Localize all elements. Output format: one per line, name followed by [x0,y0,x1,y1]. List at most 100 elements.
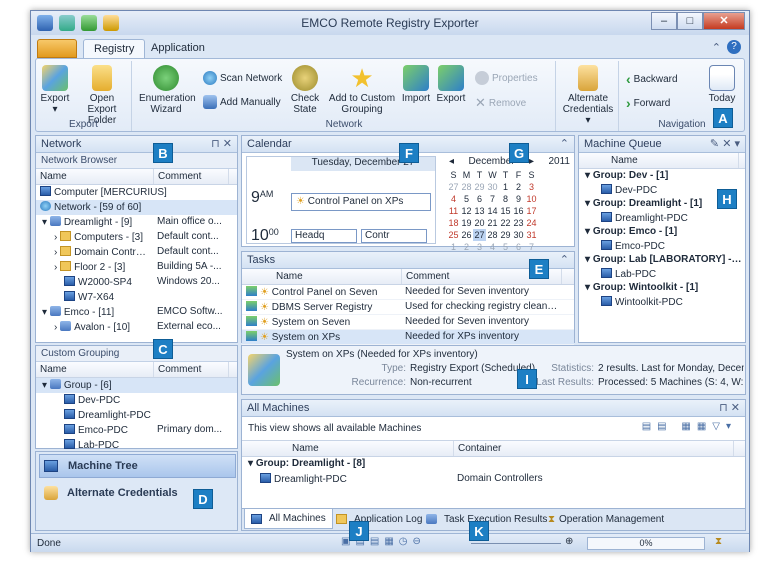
calendar-day[interactable]: 9 [512,193,525,205]
machine-tree-button[interactable]: Machine Tree [39,454,236,478]
tree-row[interactable]: › Avalon - [10] External eco... [36,320,237,335]
calendar-day[interactable]: 31 [525,229,538,241]
col-comment[interactable]: Comment [154,169,229,184]
next-month-icon[interactable]: ▸ [529,156,534,167]
add-to-custom-grouping-button[interactable]: ★ Add to Custom Grouping [327,65,397,115]
calendar-day[interactable]: 30 [486,181,499,193]
tree-row[interactable]: W7-X64 [36,290,237,305]
calendar-day[interactable]: 2 [512,181,525,193]
calendar-day[interactable]: 25 [447,229,460,241]
calendar-day[interactable]: 28 [460,181,473,193]
calendar-day[interactable]: 7 [486,193,499,205]
forward-button[interactable]: › Forward [626,95,670,111]
col-name[interactable]: Name [579,153,739,168]
tree-row[interactable]: W2000-SP4 Windows 20... [36,275,237,290]
calendar-day[interactable]: 8 [499,193,512,205]
tab-registry[interactable]: Registry [83,39,146,59]
group-row[interactable]: ▾ Group: Dreamlight - [8] [242,457,745,472]
calendar-day[interactable]: 28 [486,229,499,241]
help-icon[interactable]: ? [727,40,741,54]
tab-application-log[interactable]: Application Log [330,509,428,529]
calendar-day[interactable]: 27 [473,229,486,241]
task-row[interactable]: ☀ Control Panel on Seven Needed for Seven… [242,285,574,300]
queue-item[interactable]: Wintoolkit-PDC [579,295,745,309]
file-menu-button[interactable] [37,39,77,58]
calendar-day[interactable]: 12 [460,205,473,217]
calendar-day[interactable]: 18 [447,217,460,229]
list-item[interactable]: Dev-PDC [36,393,237,408]
calendar-day[interactable]: 21 [486,217,499,229]
col-name[interactable]: Name [242,441,454,456]
event-control-panel-xps[interactable]: ☀ Control Panel on XPs [291,193,431,211]
col-name[interactable]: Name [36,169,154,184]
event-headq[interactable]: Headq [291,229,357,243]
calendar-day[interactable]: 30 [512,229,525,241]
open-export-folder-button[interactable]: Open Export Folder [74,65,130,126]
calendar-day[interactable]: 29 [473,181,486,193]
calendar-day[interactable]: 27 [447,181,460,193]
task-row[interactable]: ☀ System on Seven Needed for Seven invent… [242,315,574,330]
calendar-day[interactable]: 19 [460,217,473,229]
col-comment[interactable]: Comment [154,362,229,377]
calendar-day[interactable]: 4 [447,193,460,205]
add-manually-button[interactable]: Add Manually [203,95,281,109]
remove-button[interactable]: ✕ Remove [475,95,526,111]
queue-item[interactable]: Dreamlight-PDC [579,211,745,225]
task-row[interactable]: ☀ System on XPs Needed for XPs inventory [242,330,574,345]
properties-button[interactable]: Properties [475,71,538,85]
tree-row[interactable]: ▾ Emco - [11] EMCO Softw... [36,305,237,320]
queue-item[interactable]: Emco-PDC [579,239,745,253]
calendar-day[interactable]: 22 [499,217,512,229]
enumeration-wizard-button[interactable]: Enumeration Wizard [139,65,196,115]
export-list-button[interactable]: Export [435,65,467,104]
tree-row[interactable]: › Floor 2 - [3] Building 5A -... [36,260,237,275]
calendar-day[interactable]: 24 [525,217,538,229]
zoom-slider[interactable] [471,543,561,544]
queue-tools-icons[interactable]: ✎ ✕ ▾ [710,137,740,150]
close-button[interactable]: ✕ [703,12,745,30]
calendar-day[interactable]: 5 [460,193,473,205]
collapse-ribbon-icon[interactable]: ⌃ [712,41,721,54]
calendar-day[interactable]: 1 [499,181,512,193]
list-item[interactable]: Emco-PDC Primary dom... [36,423,237,438]
backward-button[interactable]: ‹ Backward [626,71,678,87]
calendar-day[interactable]: 15 [499,205,512,217]
prev-month-icon[interactable]: ◂ [449,156,454,167]
col-name[interactable]: Name [242,269,402,284]
tree-row[interactable]: › Domain Controll... Default cont... [36,245,237,260]
maximize-button[interactable]: □ [677,12,703,30]
queue-group-row[interactable]: ▾ Group: Emco - [1] [579,225,745,239]
queue-group-row[interactable]: ▾ Group: Lab [LABORATORY] - [1] [579,253,745,267]
group-row[interactable]: ▾ Group - [6] [36,378,237,393]
tab-all-machines[interactable]: All Machines [244,509,333,529]
queue-group-row[interactable]: ▾ Group: Dev - [1] [579,169,745,183]
tree-row[interactable]: Computer [MERCURIUS] [36,185,237,200]
table-row[interactable]: Dreamlight-PDC Domain Controllers [242,472,745,487]
calendar-day[interactable]: 3 [525,181,538,193]
calendar-day[interactable]: 26 [460,229,473,241]
import-button[interactable]: Import [401,65,431,104]
queue-item[interactable]: Lab-PDC [579,267,745,281]
calendar-day[interactable]: 11 [447,205,460,217]
calendar-day[interactable]: 6 [473,193,486,205]
tree-row[interactable]: › Computers - [3] Default cont... [36,230,237,245]
calendar-day[interactable]: 14 [486,205,499,217]
scan-network-button[interactable]: Scan Network [203,71,282,85]
calendar-day[interactable]: 23 [512,217,525,229]
task-row[interactable]: ☀ DBMS Server Registry Used for checking … [242,300,574,315]
tab-operation-management[interactable]: ⧗ Operation Management [542,509,670,529]
calendar-day[interactable]: 20 [473,217,486,229]
col-name[interactable]: Name [36,362,154,377]
queue-group-row[interactable]: ▾ Group: Wintoolkit - [1] [579,281,745,295]
tree-row[interactable]: Network - [59 of 60] [36,200,237,215]
col-container[interactable]: Container [454,441,734,456]
list-item[interactable]: Dreamlight-PDC [36,408,237,423]
today-button[interactable]: Today [704,65,740,104]
pin-close-icons[interactable]: ⊓ ✕ [211,137,232,150]
calendar-day[interactable]: 16 [512,205,525,217]
event-contr[interactable]: Contr [361,229,427,243]
tree-row[interactable]: ▾ Dreamlight - [9] Main office o... [36,215,237,230]
tab-application[interactable]: Application [141,39,215,59]
calendar-day[interactable]: 13 [473,205,486,217]
export-button[interactable]: Export ▾ [40,65,70,115]
